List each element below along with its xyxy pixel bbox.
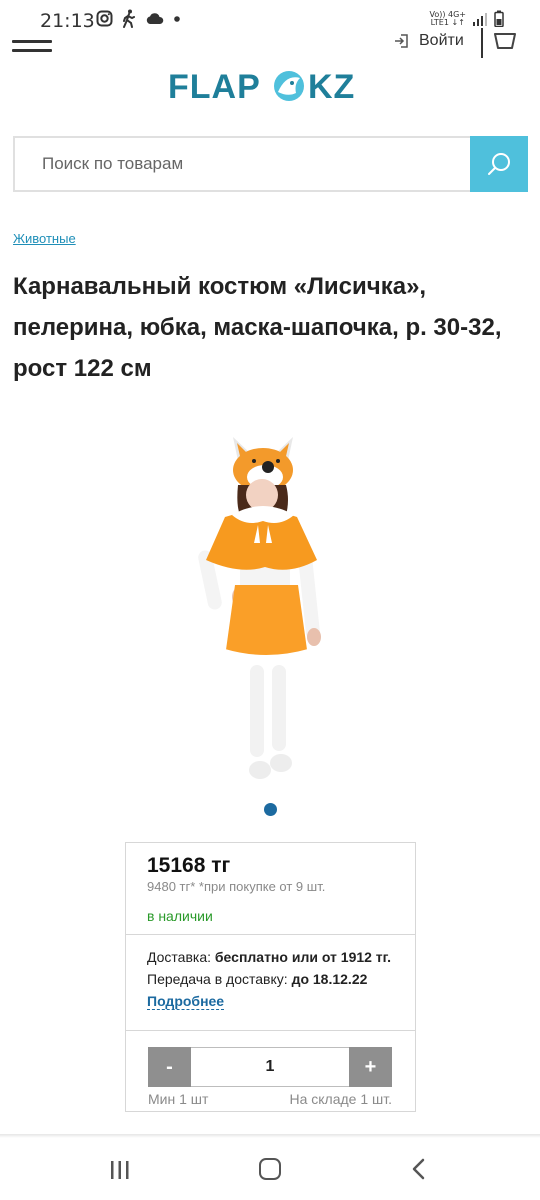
handover-row: Передача в доставку: до 18.12.22 (147, 971, 415, 987)
network-indicator: Vo)) 4G+ LTE1 ↓↑ (429, 10, 466, 27)
site-logo[interactable]: FLAP KZ (168, 66, 378, 106)
instagram-icon (96, 10, 113, 27)
network-bottom-label: LTE1 ↓↑ (430, 17, 465, 27)
delivery-section: Доставка: бесплатно или от 1912 тг. Пере… (126, 935, 415, 1031)
status-time: 21:13 (40, 10, 95, 32)
cart-icon (494, 33, 516, 49)
price-section: 15168 тг 9480 тг* *при покупке от 9 шт. … (126, 843, 415, 935)
header-divider (481, 28, 483, 58)
menu-icon[interactable] (12, 40, 52, 56)
min-quantity: Мин 1 шт (148, 1091, 209, 1107)
cart-button[interactable] (493, 32, 517, 57)
system-nav-bar (0, 1138, 540, 1200)
search-bar (13, 136, 528, 192)
warehouse-stock: На складе 1 шт. (289, 1091, 392, 1107)
product-title: Карнавальный костюм «Лисичка», пелерина,… (13, 273, 502, 382)
fox-costume-illustration (198, 437, 321, 779)
purchase-box: 15168 тг 9480 тг* *при покупке от 9 шт. … (125, 842, 416, 1112)
handover-value: до 18.12.22 (291, 971, 368, 987)
product-image[interactable] (180, 425, 340, 790)
battery-icon (494, 10, 504, 27)
quantity-meta: Мин 1 шт На складе 1 шт. (148, 1091, 392, 1107)
login-icon (395, 34, 408, 48)
delivery-value: бесплатно или от 1912 тг. (214, 949, 391, 965)
walking-icon (123, 9, 135, 28)
status-icons-left (96, 9, 181, 28)
delivery-label: Доставка: (147, 949, 212, 965)
home-icon[interactable] (259, 1158, 281, 1180)
login-button[interactable]: Войти (393, 32, 464, 50)
svg-text:KZ: KZ (308, 68, 355, 106)
delivery-row: Доставка: бесплатно или от 1912 тг. (147, 949, 415, 965)
back-icon[interactable] (411, 1158, 425, 1180)
recent-apps-icon[interactable] (110, 1161, 130, 1179)
signal-icon (473, 12, 487, 26)
quantity-section: - 1 + Мин 1 шт На складе 1 шт. (126, 1031, 415, 1107)
quantity-value[interactable]: 1 (191, 1047, 349, 1087)
more-details-link[interactable]: Подробнее (147, 993, 225, 1010)
login-label: Войти (419, 32, 464, 49)
search-input[interactable] (15, 138, 470, 190)
search-button[interactable] (470, 136, 528, 192)
search-icon (488, 153, 510, 175)
handover-label: Передача в доставку: (147, 971, 288, 987)
quantity-minus-button[interactable]: - (148, 1047, 191, 1087)
bulk-price-note: 9480 тг* *при покупке от 9 шт. (147, 879, 326, 894)
svg-text:FLAP: FLAP (168, 68, 261, 106)
price: 15168 тг (147, 854, 231, 877)
cloud-icon (146, 13, 164, 24)
logo-graphic: FLAP KZ (168, 68, 355, 106)
notification-dot-icon (174, 15, 180, 22)
stock-status: в наличии (147, 908, 213, 924)
carousel-dot-active[interactable] (264, 803, 277, 816)
breadcrumb-link[interactable]: Животные (13, 231, 76, 246)
quantity-stepper: - 1 + (148, 1047, 392, 1087)
quantity-plus-button[interactable]: + (349, 1047, 392, 1087)
status-icons-right: Vo)) 4G+ LTE1 ↓↑ (429, 10, 504, 27)
